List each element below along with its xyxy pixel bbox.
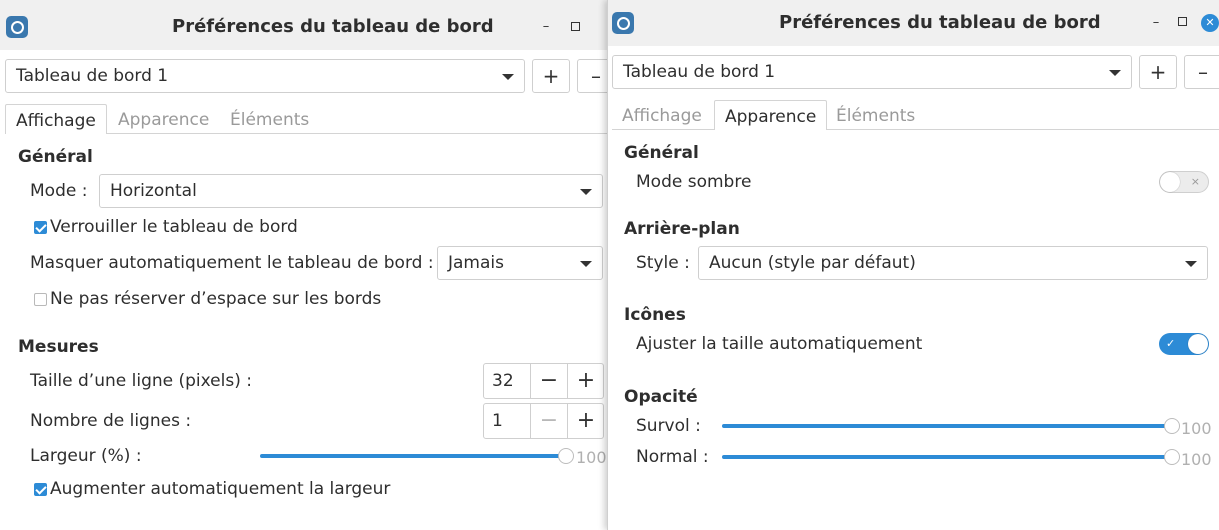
background-style-value: Aucun (style par défaut) [709,253,916,273]
width-value: 100 [576,448,607,467]
chevron-down-icon [502,74,514,80]
minimize-button[interactable]: – [1149,16,1163,30]
background-style-select[interactable]: Aucun (style par défaut) [698,246,1208,280]
measures-heading: Mesures [18,337,99,357]
lock-panel-label[interactable]: Verrouiller le tableau de bord [50,217,298,237]
icons-heading: Icônes [624,305,686,325]
close-icon[interactable]: ✕ [1201,14,1219,32]
mode-label: Mode : [30,181,88,201]
app-icon [6,16,28,38]
autohide-label: Masquer automatiquement le tableau de bo… [30,253,434,273]
hover-opacity-value: 100 [1181,419,1212,438]
window-title: Préférences du tableau de bord [779,12,1101,33]
style-label: Style : [636,253,690,273]
hover-opacity-slider-handle[interactable] [1164,418,1180,434]
width-slider[interactable] [260,454,566,458]
normal-opacity-value: 100 [1181,450,1212,469]
row-size-label: Taille d’une ligne (pixels) : [30,371,252,391]
title-bar[interactable]: Préférences du tableau de bord – ✕ [608,0,1219,46]
mode-select[interactable]: Horizontal [99,174,603,208]
row-count-increment-button[interactable]: + [567,404,604,438]
tab-affichage[interactable]: Affichage [612,100,712,133]
panel-select-value: Tableau de bord 1 [623,62,776,82]
panel-select[interactable]: Tableau de bord 1 [612,55,1132,89]
chevron-down-icon [1109,70,1121,76]
maximize-button[interactable] [1178,17,1187,26]
toggle-knob [1160,172,1180,192]
row-size-spinner[interactable]: 32 − + [483,363,604,399]
row-count-decrement-button[interactable]: − [530,404,567,438]
width-label: Largeur (%) : [30,446,142,466]
icon-autosize-label: Ajuster la taille automatiquement [636,334,923,354]
hover-opacity-label: Survol : [636,416,701,436]
normal-opacity-label: Normal : [636,447,709,467]
lock-panel-checkbox[interactable] [34,221,47,234]
background-heading: Arrière-plan [624,219,740,239]
preferences-window-apparence: Préférences du tableau de bord – ✕ Table… [607,0,1219,530]
hover-opacity-slider[interactable] [722,424,1172,428]
tab-affichage[interactable]: Affichage [5,104,107,134]
panel-select-value: Tableau de bord 1 [16,66,169,86]
tab-apparence[interactable]: Apparence [108,104,219,137]
icon-autosize-toggle[interactable]: ✓ [1159,333,1209,355]
toggle-off-icon: × [1190,175,1200,188]
add-panel-button[interactable]: + [1139,55,1177,89]
row-count-spinner[interactable]: 1 − + [483,403,604,439]
title-bar[interactable]: Préférences du tableau de bord – [0,0,607,50]
tab-elements[interactable]: Éléments [826,100,925,133]
row-size-increment-button[interactable]: + [567,364,604,398]
minimize-button[interactable]: – [539,20,553,34]
dark-mode-toggle[interactable]: × [1159,171,1209,193]
row-size-decrement-button[interactable]: − [530,364,567,398]
tab-elements[interactable]: Éléments [220,104,319,137]
dark-mode-label: Mode sombre [636,172,752,192]
row-count-label: Nombre de lignes : [30,411,192,431]
check-icon: ✓ [1166,337,1176,350]
normal-opacity-slider-handle[interactable] [1164,449,1180,465]
no-reserve-space-label[interactable]: Ne pas réserver d’espace sur les bords [50,289,381,309]
tab-apparence[interactable]: Apparence [714,100,828,130]
chevron-down-icon [580,261,592,267]
row-count-value[interactable]: 1 [492,404,503,438]
auto-width-checkbox[interactable] [34,483,47,496]
panel-select[interactable]: Tableau de bord 1 [5,59,525,93]
remove-panel-button[interactable]: – [577,59,607,93]
no-reserve-space-checkbox[interactable] [34,293,47,306]
chevron-down-icon [1185,261,1197,267]
chevron-down-icon [580,189,592,195]
width-slider-handle[interactable] [558,448,574,464]
general-heading: Général [18,147,93,167]
auto-width-label[interactable]: Augmenter automatiquement la largeur [50,479,390,499]
window-title: Préférences du tableau de bord [172,16,494,37]
opacity-heading: Opacité [624,387,698,407]
add-panel-button[interactable]: + [532,59,570,93]
app-icon [612,12,634,34]
mode-select-value: Horizontal [110,181,197,201]
row-size-value[interactable]: 32 [492,364,514,398]
remove-panel-button[interactable]: – [1184,55,1219,89]
autohide-select[interactable]: Jamais [437,246,603,280]
normal-opacity-slider[interactable] [722,455,1172,459]
toggle-knob [1188,334,1208,354]
maximize-button[interactable] [571,22,580,31]
autohide-select-value: Jamais [448,253,504,273]
general-heading: Général [624,143,699,163]
preferences-window-affichage: Préférences du tableau de bord – Tableau… [0,0,607,530]
